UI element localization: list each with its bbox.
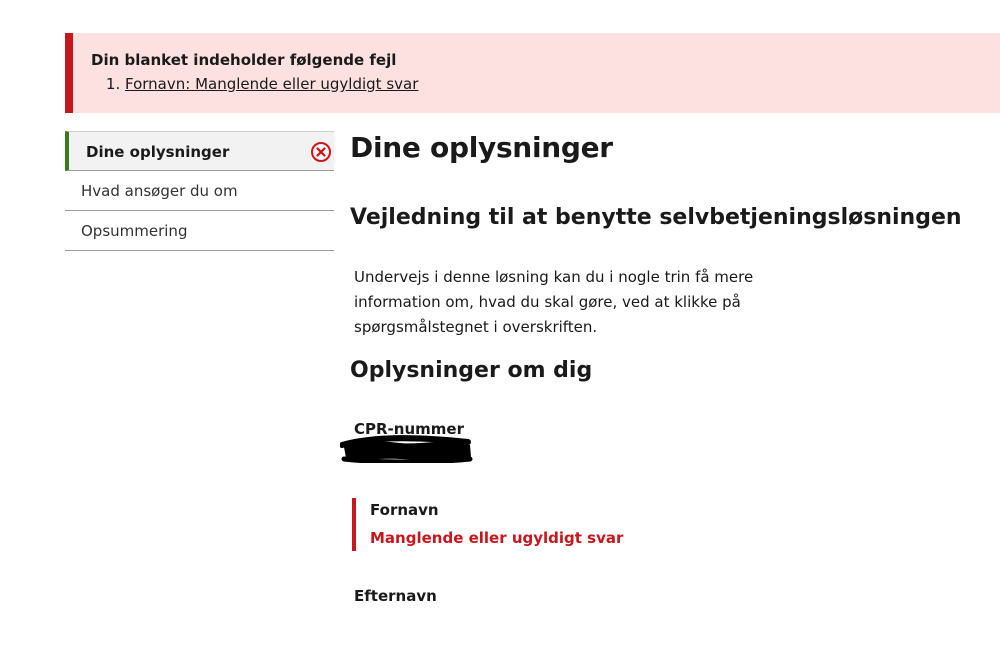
efternavn-label: Efternavn xyxy=(354,587,437,605)
nav-item-label: Dine oplysninger xyxy=(86,143,230,161)
nav-item-opsummering[interactable]: Opsummering xyxy=(65,211,334,251)
error-summary-item: Fornavn: Manglende eller ugyldigt svar xyxy=(125,75,418,93)
page-title: Dine oplysninger xyxy=(350,131,613,164)
redaction-scribble xyxy=(340,435,473,463)
nav-item-hvad-ansoeger-du-om[interactable]: Hvad ansøger du om xyxy=(65,171,334,211)
nav-item-label: Opsummering xyxy=(81,222,188,240)
fornavn-field-group: Fornavn Manglende eller ugyldigt svar xyxy=(352,498,756,551)
error-link-fornavn[interactable]: Fornavn: Manglende eller ugyldigt svar xyxy=(125,75,418,93)
error-summary-title: Din blanket indeholder følgende fejl xyxy=(91,51,397,69)
step-navigation: Dine oplysninger Hvad ansøger du om Opsu… xyxy=(65,131,334,251)
error-summary: Din blanket indeholder følgende fejl For… xyxy=(65,33,1000,113)
guide-heading: Vejledning til at benytte selvbetjenings… xyxy=(350,205,962,230)
nav-item-label: Hvad ansøger du om xyxy=(81,182,238,200)
fornavn-error-message: Manglende eller ugyldigt svar xyxy=(370,529,624,547)
nav-item-dine-oplysninger[interactable]: Dine oplysninger xyxy=(65,131,334,171)
info-heading: Oplysninger om dig xyxy=(350,358,593,383)
error-circle-icon xyxy=(311,142,331,162)
page: Din blanket indeholder følgende fejl For… xyxy=(0,0,1000,656)
guide-text: Undervejs i denne løsning kan du i nogle… xyxy=(354,268,754,336)
fornavn-label: Fornavn xyxy=(370,501,439,519)
error-summary-list: Fornavn: Manglende eller ugyldigt svar xyxy=(91,75,418,93)
